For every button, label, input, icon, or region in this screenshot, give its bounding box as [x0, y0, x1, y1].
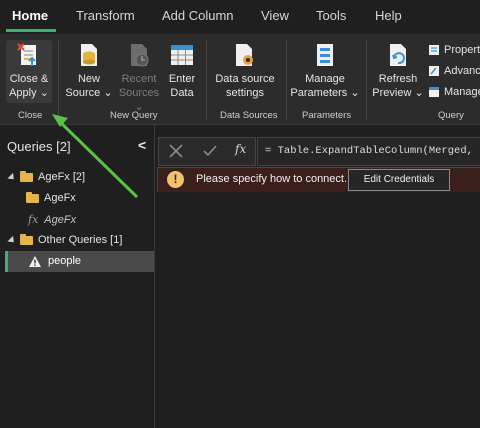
warning-message: Please specify how to connect. — [196, 173, 348, 185]
data-preview-area — [155, 192, 480, 428]
formula-input[interactable]: = Table.ExpandTableColumn(Merged, "A — [257, 137, 480, 166]
credentials-warning-bar: ! Please specify how to connect. Edit Cr… — [157, 167, 480, 193]
warning-circle-icon: ! — [167, 171, 184, 188]
fx-button[interactable]: fx — [235, 142, 246, 156]
commit-icon[interactable] — [202, 143, 218, 159]
formula-bar: fx = Table.ExpandTableColumn(Merged, "A — [155, 136, 480, 166]
edit-credentials-button[interactable]: Edit Credentials — [348, 169, 450, 191]
formula-text: = Table.ExpandTableColumn(Merged, "A — [265, 145, 480, 157]
cancel-icon[interactable] — [168, 143, 184, 159]
